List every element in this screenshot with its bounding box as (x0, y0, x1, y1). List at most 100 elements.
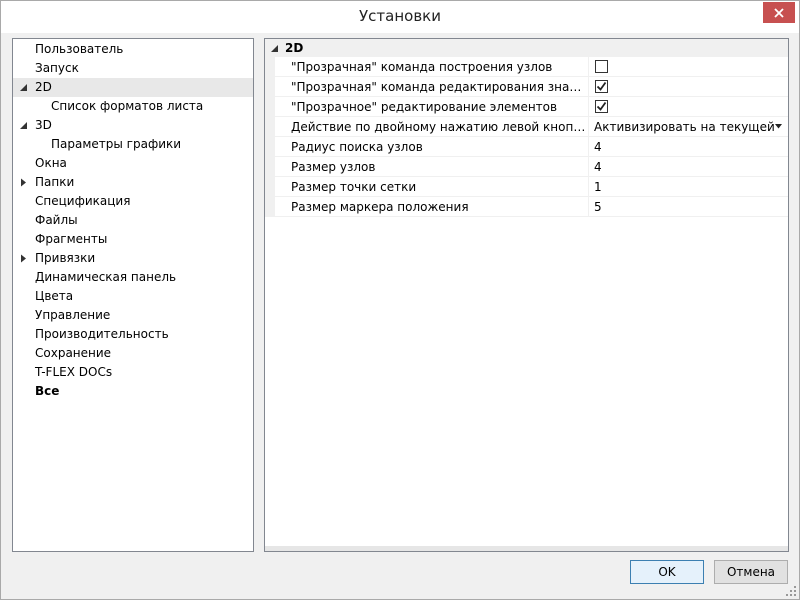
property-value[interactable]: 5 (594, 200, 774, 214)
triangle-expanded-icon[interactable] (270, 44, 279, 53)
category-label: 2D (285, 41, 304, 55)
title-bar[interactable]: Установки (1, 1, 799, 33)
tree-item-label: Управление (35, 308, 111, 322)
row-gutter (265, 157, 275, 177)
row-gutter (265, 177, 275, 197)
triangle-collapsed-icon[interactable] (19, 254, 28, 263)
tree-item[interactable]: Цвета (13, 287, 253, 306)
resize-grip-icon[interactable] (786, 586, 796, 596)
close-icon (774, 7, 784, 18)
cancel-button[interactable]: Отмена (714, 560, 788, 584)
tree-item[interactable]: Динамическая панель (13, 268, 253, 287)
property-row[interactable]: Размер точки сетки 1 (265, 177, 788, 197)
tree-item[interactable]: Запуск (13, 59, 253, 78)
tree-item-label: Спецификация (35, 194, 131, 208)
column-divider[interactable] (588, 97, 589, 117)
tree-item[interactable]: Спецификация (13, 192, 253, 211)
tree-item[interactable]: Файлы (13, 211, 253, 230)
tree-item-label: Все (35, 384, 60, 398)
property-name: Размер маркера положения (291, 200, 469, 214)
property-row[interactable]: Размер узлов 4 (265, 157, 788, 177)
property-row[interactable]: Действие по двойному нажатию левой кнопк… (265, 117, 788, 137)
tree-item-label: 2D (35, 80, 52, 94)
row-gutter (265, 97, 275, 117)
property-name: Размер узлов (291, 160, 376, 174)
triangle-expanded-icon[interactable] (19, 121, 28, 130)
settings-tree[interactable]: Пользователь Запуск 2D Список форматов лист… (12, 38, 254, 552)
tree-item[interactable]: Фрагменты (13, 230, 253, 249)
tree-item-label: Папки (35, 175, 75, 189)
close-button[interactable] (763, 2, 795, 23)
tree-item-label: Параметры графики (51, 137, 182, 151)
tree-item-label: Запуск (35, 61, 79, 75)
property-checkbox[interactable] (595, 80, 608, 93)
ok-button[interactable]: OK (630, 560, 704, 584)
column-divider[interactable] (588, 137, 589, 157)
property-name: "Прозрачное" редактирование элементов (291, 100, 558, 114)
row-gutter (265, 197, 275, 217)
settings-dialog: Установки Пользователь Запуск 2D Список фор… (0, 0, 800, 600)
checkmark-icon (596, 81, 607, 91)
dropdown-arrow-icon[interactable] (775, 124, 782, 129)
tree-item[interactable]: Сохранение (13, 344, 253, 363)
property-name: "Прозрачная" команда построения узлов (291, 60, 553, 74)
property-row[interactable]: Радиус поиска узлов 4 (265, 137, 788, 157)
tree-item-label: Окна (35, 156, 67, 170)
tree-item-label: 3D (35, 118, 52, 132)
column-divider[interactable] (588, 77, 589, 97)
property-name: "Прозрачная" команда редактирования знач… (291, 80, 587, 94)
property-name: Размер точки сетки (291, 180, 417, 194)
property-category[interactable]: 2D (265, 39, 788, 57)
tree-item-label: Пользователь (35, 42, 124, 56)
column-divider[interactable] (588, 177, 589, 197)
tree-item-label: Список форматов листа (51, 99, 204, 113)
tree-item-label: Цвета (35, 289, 74, 303)
row-gutter (265, 137, 275, 157)
description-splitter[interactable] (265, 546, 788, 551)
tree-item-label: Фрагменты (35, 232, 108, 246)
tree-item[interactable]: Список форматов листа (13, 97, 253, 116)
tree-item-label: Привязки (35, 251, 96, 265)
column-divider[interactable] (588, 157, 589, 177)
property-rows: "Прозрачная" команда построения узлов "Пр… (265, 57, 788, 217)
tree-item[interactable]: Производительность (13, 325, 253, 344)
property-name: Действие по двойному нажатию левой кнопк… (291, 120, 587, 134)
property-row[interactable]: "Прозрачная" команда редактирования знач… (265, 77, 788, 97)
tree-item-label: Файлы (35, 213, 78, 227)
triangle-collapsed-icon[interactable] (19, 178, 28, 187)
tree-item[interactable]: 2D (13, 78, 253, 97)
tree-item[interactable]: Привязки (13, 249, 253, 268)
column-divider[interactable] (588, 117, 589, 137)
tree-item-label: Производительность (35, 327, 169, 341)
property-value[interactable]: 4 (594, 160, 774, 174)
tree-item[interactable]: Параметры графики (13, 135, 253, 154)
tree-item[interactable]: Все (13, 382, 253, 401)
property-row[interactable]: "Прозрачная" команда построения узлов (265, 57, 788, 77)
tree-item-label: Сохранение (35, 346, 112, 360)
property-grid[interactable]: 2D "Прозрачная" команда построения узлов… (264, 38, 789, 552)
property-dropdown-value[interactable]: Активизировать на текущей стра (594, 120, 774, 134)
checkmark-icon (596, 101, 607, 111)
property-row[interactable]: Размер маркера положения 5 (265, 197, 788, 217)
tree-item[interactable]: Папки (13, 173, 253, 192)
property-value[interactable]: 1 (594, 180, 774, 194)
row-gutter (265, 57, 275, 77)
tree-item[interactable]: Окна (13, 154, 253, 173)
row-gutter (265, 117, 275, 137)
tree-item-label: T-FLEX DOCs (35, 365, 113, 379)
property-checkbox[interactable] (595, 100, 608, 113)
tree-item[interactable]: Пользователь (13, 40, 253, 59)
property-name: Радиус поиска узлов (291, 140, 423, 154)
column-divider[interactable] (588, 57, 589, 77)
property-row[interactable]: "Прозрачное" редактирование элементов (265, 97, 788, 117)
tree-item[interactable]: Управление (13, 306, 253, 325)
property-checkbox[interactable] (595, 60, 608, 73)
triangle-expanded-icon[interactable] (19, 83, 28, 92)
column-divider[interactable] (588, 197, 589, 217)
row-gutter (265, 77, 275, 97)
window-title: Установки (359, 7, 441, 25)
tree-item[interactable]: 3D (13, 116, 253, 135)
tree-item-label: Динамическая панель (35, 270, 177, 284)
property-value[interactable]: 4 (594, 140, 774, 154)
tree-item[interactable]: T-FLEX DOCs (13, 363, 253, 382)
